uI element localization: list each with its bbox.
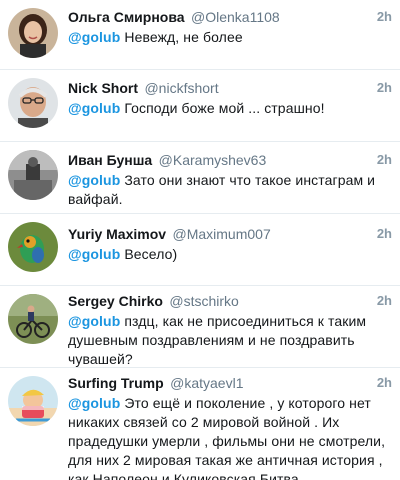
cyclist-avatar[interactable] — [8, 294, 58, 344]
author-handle[interactable]: @stschirko — [169, 293, 238, 309]
author-handle[interactable]: @Olenka1108 — [191, 9, 280, 25]
tweet-item[interactable]: Surfing Trump @katyaevl1 2h @golub Это е… — [0, 368, 400, 480]
author-name[interactable]: Иван Бунша — [68, 152, 152, 168]
author-name[interactable]: Ольга Смирнова — [68, 9, 185, 25]
tweet-text: @golub Зато они знают что такое инстагра… — [68, 171, 392, 209]
cartoon-trump-avatar[interactable] — [8, 376, 58, 426]
tweet-timestamp[interactable]: 2h — [377, 374, 392, 392]
tweet-text: @golub Господи боже мой ... страшно! — [68, 99, 392, 118]
tweet-body: Невежд, не более — [124, 29, 243, 45]
author-handle[interactable]: @Karamyshev63 — [159, 152, 267, 168]
tweet-timestamp[interactable]: 2h — [377, 8, 392, 26]
tweet-timestamp[interactable]: 2h — [377, 292, 392, 310]
tweet-item[interactable]: Ольга Смирнова @Olenka1108 2h @golub Нев… — [0, 0, 400, 70]
tweet-feed: Ольга Смирнова @Olenka1108 2h @golub Нев… — [0, 0, 400, 480]
mention-link[interactable]: @golub — [68, 313, 120, 329]
bw-photo-avatar[interactable] — [8, 150, 58, 200]
parrot-avatar[interactable] — [8, 222, 58, 272]
tweet-text: @golub Невежд, не более — [68, 28, 392, 47]
tweet-body: Господи боже мой ... страшно! — [124, 100, 325, 116]
mention-link[interactable]: @golub — [68, 172, 120, 188]
mention-link[interactable]: @golub — [68, 246, 120, 262]
author-handle[interactable]: @katyaevl1 — [170, 375, 243, 391]
author-handle[interactable]: @Maximum007 — [173, 226, 271, 242]
man-glasses-avatar[interactable] — [8, 78, 58, 128]
author-name[interactable]: Nick Short — [68, 80, 138, 96]
author-name[interactable]: Yuriy Maximov — [68, 226, 166, 242]
tweet-timestamp[interactable]: 2h — [377, 225, 392, 243]
woman-portrait-avatar[interactable] — [8, 8, 58, 58]
tweet-item[interactable]: Nick Short @nickfshort 2h @golub Господи… — [0, 70, 400, 142]
author-name[interactable]: Surfing Trump — [68, 375, 164, 391]
tweet-text: @golub Весело) — [68, 245, 392, 264]
tweet-item[interactable]: Sergey Chirko @stschirko 2h @golub пздц,… — [0, 286, 400, 368]
tweet-item[interactable]: Иван Бунша @Karamyshev63 2h @golub Зато … — [0, 142, 400, 214]
tweet-text: @golub Это ещё и поколение , у которого … — [68, 394, 392, 480]
mention-link[interactable]: @golub — [68, 100, 120, 116]
author-handle[interactable]: @nickfshort — [144, 80, 218, 96]
tweet-body: Весело) — [124, 246, 178, 262]
mention-link[interactable]: @golub — [68, 29, 120, 45]
tweet-item[interactable]: Yuriy Maximov @Maximum007 2h @golub Весе… — [0, 214, 400, 286]
author-name[interactable]: Sergey Chirko — [68, 293, 163, 309]
tweet-timestamp[interactable]: 2h — [377, 79, 392, 97]
mention-link[interactable]: @golub — [68, 395, 120, 411]
tweet-text: @golub пздц, как не присоединиться к так… — [68, 312, 392, 369]
tweet-timestamp[interactable]: 2h — [377, 151, 392, 169]
